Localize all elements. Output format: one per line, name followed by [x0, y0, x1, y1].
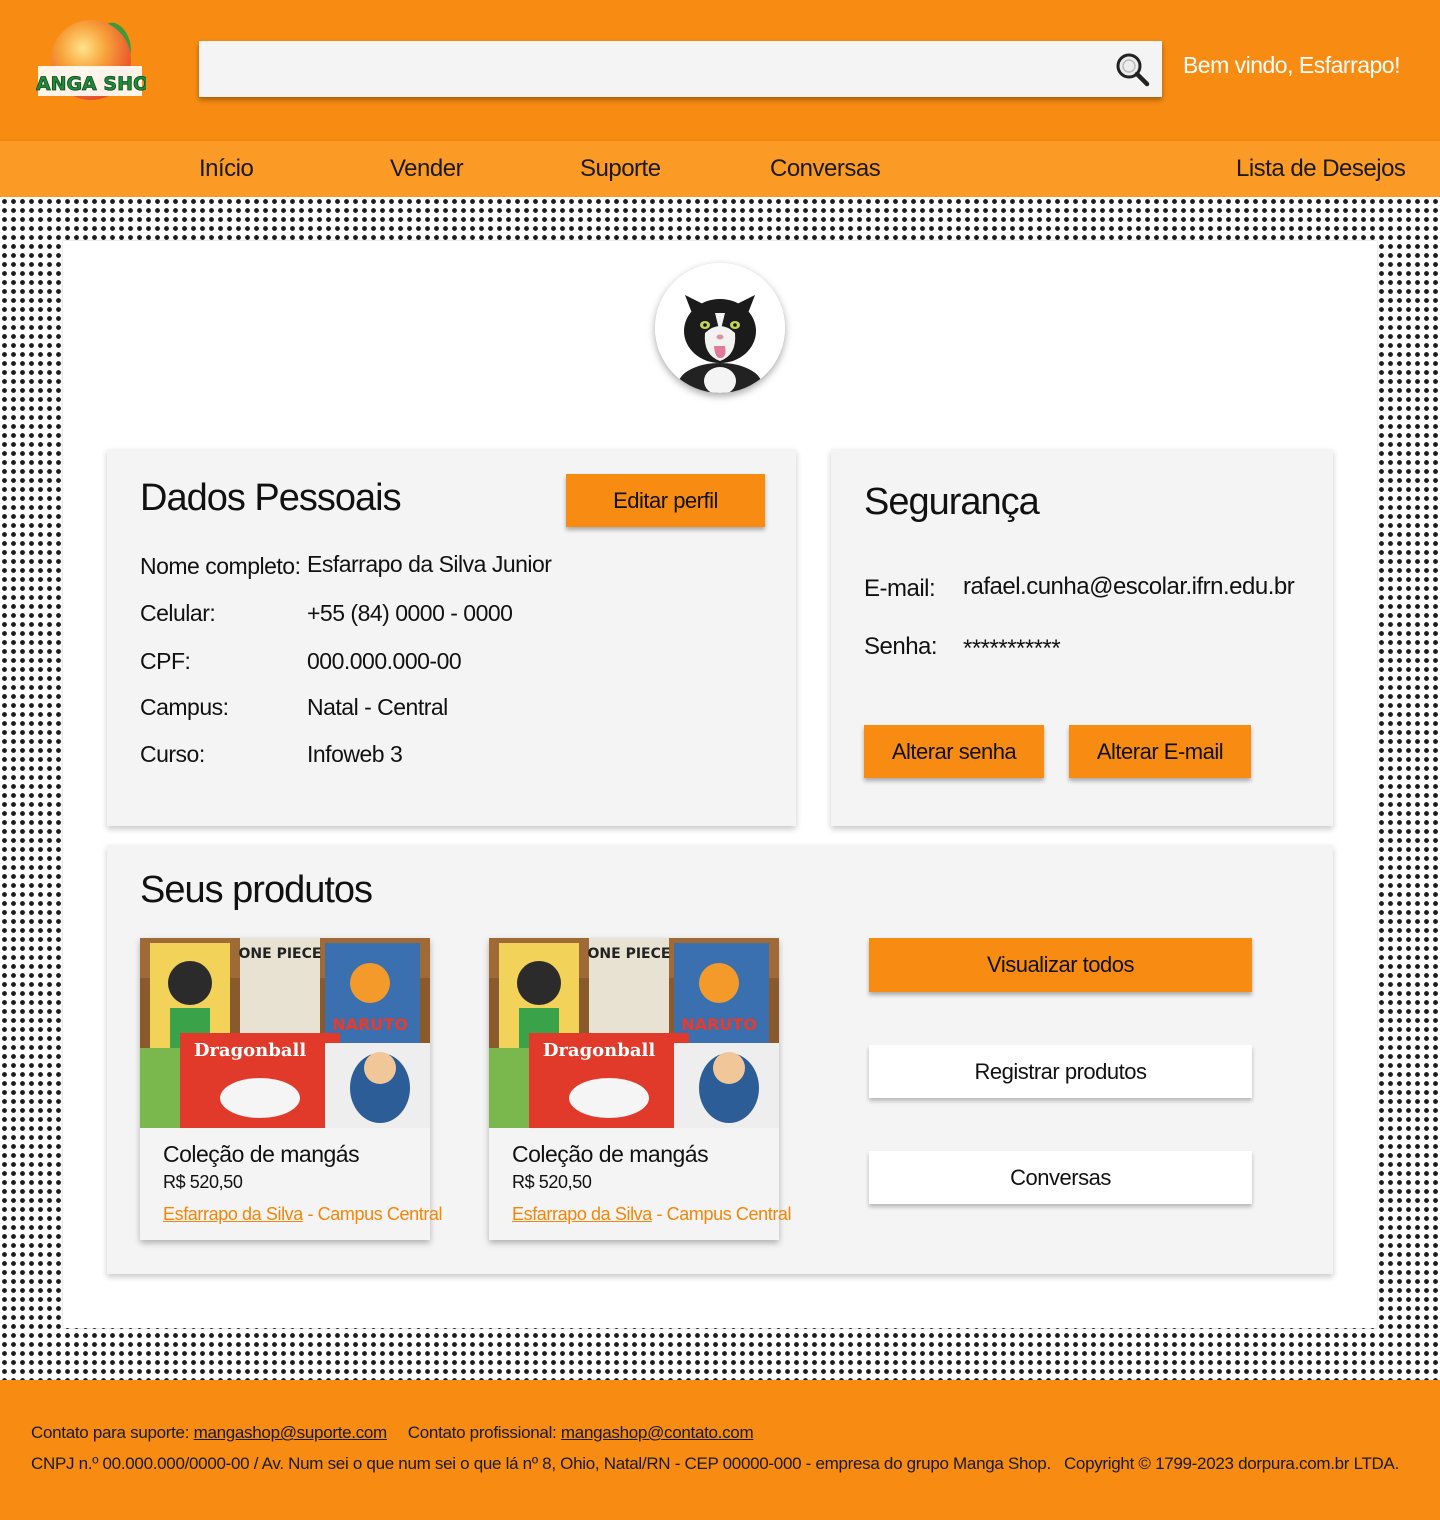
- svg-text:NARUTO: NARUTO: [332, 1015, 408, 1034]
- nav-lista-desejos[interactable]: Lista de Desejos: [1236, 155, 1406, 183]
- seller-link[interactable]: Esfarrapo da Silva: [163, 1204, 303, 1224]
- security-card: Segurança E-mail: rafael.cunha@escolar.i…: [831, 449, 1333, 826]
- footer: Contato para suporte: mangashop@suporte.…: [0, 1380, 1440, 1520]
- support-contact-label: Contato para suporte:: [31, 1423, 190, 1442]
- personal-data-title: Dados Pessoais: [140, 477, 402, 519]
- support-email-link[interactable]: mangashop@suporte.com: [194, 1423, 388, 1442]
- campus-value: Natal - Central: [307, 694, 448, 720]
- security-title: Segurança: [864, 481, 1040, 523]
- welcome-text: Bem vindo, Esfarrapo!: [1182, 52, 1401, 78]
- nav-conversas[interactable]: Conversas: [770, 155, 881, 183]
- password-label: Senha:: [864, 633, 938, 660]
- email-value: rafael.cunha@escolar.ifrn.edu.br: [963, 573, 1295, 600]
- professional-contact-label: Contato profissional:: [407, 1423, 557, 1442]
- conversations-button[interactable]: Conversas: [869, 1151, 1252, 1204]
- products-card: Seus produtos ONE PIECE NARUTO Dragonbal…: [107, 845, 1333, 1274]
- cpf-value: 000.000.000-00: [307, 648, 462, 674]
- campus-text: - Campus Central: [651, 1204, 792, 1224]
- change-email-button[interactable]: Alterar E-mail: [1069, 725, 1251, 778]
- header: MANGA SHOP Bem vindo, Esfarrapo!: [0, 0, 1440, 139]
- avatar: [655, 263, 785, 393]
- footer-contacts: Contato para suporte: mangashop@suporte.…: [31, 1423, 754, 1443]
- logo[interactable]: MANGA SHOP: [17, 14, 164, 106]
- product-title[interactable]: Coleção de mangás: [512, 1141, 709, 1168]
- footer-address: CNPJ n.º 00.000.000/0000-00 / Av. Num se…: [31, 1454, 1051, 1473]
- search-icon[interactable]: [1114, 51, 1150, 87]
- products-title: Seus produtos: [140, 869, 373, 911]
- campus-text: - Campus Central: [302, 1204, 443, 1224]
- product-image[interactable]: ONE PIECE NARUTO Dragonball: [140, 938, 430, 1128]
- email-label: E-mail:: [864, 575, 936, 602]
- phone-value: +55 (84) 0000 - 0000: [307, 600, 513, 626]
- product-image[interactable]: ONE PIECE NARUTO Dragonball: [489, 938, 779, 1128]
- product-card[interactable]: ONE PIECE NARUTO Dragonball Coleção de m…: [140, 938, 443, 1240]
- course-value: Infoweb 3: [307, 741, 403, 767]
- product-meta: Esfarrapo da Silva - Campus Central: [163, 1204, 443, 1225]
- product-price: R$ 520,50: [163, 1172, 243, 1192]
- svg-text:ONE PIECE: ONE PIECE: [239, 946, 322, 962]
- svg-text:Dragonball: Dragonball: [543, 1040, 656, 1061]
- view-all-button[interactable]: Visualizar todos: [869, 938, 1252, 992]
- product-card[interactable]: ONE PIECE NARUTO Dragonball Coleção de m…: [489, 938, 792, 1240]
- full-name-label: Nome completo:: [140, 553, 301, 579]
- course-label: Curso:: [140, 741, 205, 767]
- campus-label: Campus:: [140, 694, 229, 720]
- footer-copyright: Copyright © 1799-2023 dorpura.com.br LTD…: [1063, 1454, 1399, 1473]
- nav-vender[interactable]: Vender: [390, 155, 464, 183]
- nav-inicio[interactable]: Início: [199, 155, 254, 183]
- svg-text:NARUTO: NARUTO: [681, 1015, 757, 1034]
- full-name-value: Esfarrapo da Silva Junior: [307, 551, 552, 577]
- search-bar[interactable]: [199, 41, 1162, 97]
- password-value: ***********: [963, 635, 1061, 662]
- phone-label: Celular:: [140, 600, 216, 626]
- product-price: R$ 520,50: [512, 1172, 592, 1192]
- product-meta: Esfarrapo da Silva - Campus Central: [512, 1204, 792, 1225]
- personal-data-card: Dados Pessoais Editar perfil Nome comple…: [107, 449, 796, 826]
- svg-text:ONE PIECE: ONE PIECE: [588, 946, 671, 962]
- logo-text: MANGA SHOP: [36, 73, 146, 95]
- register-products-button[interactable]: Registrar produtos: [869, 1045, 1252, 1098]
- cpf-label: CPF:: [140, 648, 191, 674]
- svg-text:Dragonball: Dragonball: [194, 1040, 307, 1061]
- profile-panel: Dados Pessoais Editar perfil Nome comple…: [63, 241, 1377, 1328]
- main-nav: Início Vender Suporte Conversas Lista de…: [0, 139, 1440, 197]
- seller-link[interactable]: Esfarrapo da Silva: [512, 1204, 652, 1224]
- professional-email-link[interactable]: mangashop@contato.com: [561, 1423, 754, 1442]
- product-title[interactable]: Coleção de mangás: [163, 1141, 360, 1168]
- nav-suporte[interactable]: Suporte: [580, 155, 661, 183]
- edit-profile-button[interactable]: Editar perfil: [566, 474, 765, 527]
- change-password-button[interactable]: Alterar senha: [864, 725, 1044, 778]
